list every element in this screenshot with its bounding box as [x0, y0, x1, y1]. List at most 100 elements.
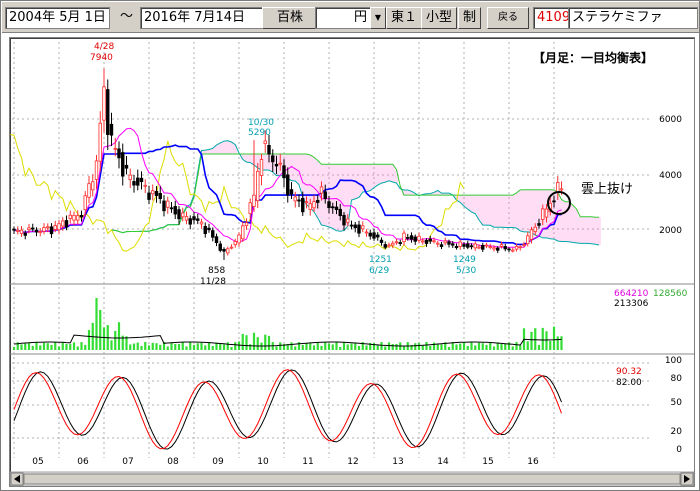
candle-body [214, 236, 219, 244]
candle-body [76, 215, 80, 221]
candle-body [289, 189, 294, 195]
volume-bar [339, 346, 342, 350]
back-button[interactable]: 戻る [487, 7, 529, 29]
volume-bar [324, 342, 327, 350]
candle-body [222, 249, 226, 252]
volume-bar [500, 343, 503, 350]
candle-body [136, 177, 140, 186]
volume-bar [316, 342, 319, 350]
candle-body [394, 241, 399, 244]
osc-d-value: 82.00 [616, 378, 642, 388]
volume-bar [132, 343, 136, 350]
candle-body [256, 170, 260, 202]
candle-body [106, 89, 110, 135]
scroll-thumb[interactable] [23, 473, 681, 485]
volume-bar [440, 344, 443, 350]
volume-bar [35, 342, 38, 350]
volume-bar [560, 336, 563, 350]
peak-label-value: 7940 [90, 53, 113, 63]
peak-label-date: 4/28 [94, 42, 114, 52]
candle-body [559, 188, 564, 191]
candle-body [162, 200, 166, 212]
volume-bar [387, 342, 391, 350]
candle-body [199, 221, 204, 225]
candle-body [169, 207, 174, 210]
volume-bar [402, 346, 406, 350]
chevron-down-icon[interactable]: ▼ [370, 7, 386, 29]
candle-body [158, 192, 162, 199]
candle-body [42, 227, 46, 232]
volume-bar [200, 342, 203, 350]
volume-bar [429, 345, 432, 350]
candle-body [473, 243, 477, 249]
end-date-field[interactable]: 2016年 7月14日 [140, 7, 264, 29]
x-axis-label: 16 [527, 457, 539, 467]
volume-bar [515, 342, 518, 350]
candle-body [53, 225, 57, 230]
volume-bar [492, 346, 496, 350]
volume-bar [20, 344, 23, 350]
candle-body [391, 242, 395, 246]
volume-bar [114, 330, 117, 350]
candle-body [68, 214, 72, 219]
candle-body [248, 202, 252, 215]
trough-label-date: 6/29 [369, 266, 389, 276]
volume-bar [414, 343, 417, 350]
candle-body [439, 244, 444, 247]
volume-bar [331, 344, 334, 350]
candle-body [312, 201, 316, 209]
chikou-span-line [10, 134, 465, 252]
volume-bar [241, 333, 244, 350]
volume-bar [166, 346, 169, 350]
volume-bar [477, 342, 481, 350]
candle-body [218, 243, 222, 251]
candle-body [72, 214, 76, 221]
candle-body [304, 201, 309, 204]
candle-body [443, 240, 447, 244]
candle-body [38, 231, 42, 233]
candle-body [454, 245, 459, 249]
start-date-field[interactable]: 2004年 5月 1日 [5, 7, 110, 29]
candle-body [177, 209, 181, 220]
volume-bar [129, 344, 132, 350]
candle-body [61, 220, 65, 227]
candle-body [346, 218, 350, 223]
candle-body [413, 236, 417, 242]
volume-bar [455, 344, 458, 350]
candle-body [353, 224, 357, 229]
candle-body [387, 244, 391, 247]
volume-bar [72, 342, 76, 350]
volume-bar [46, 343, 49, 350]
candle-body [552, 200, 556, 203]
volume-bar [279, 342, 282, 350]
volume-bar [519, 344, 522, 350]
volume-bar [462, 342, 466, 350]
currency-select[interactable]: 円 [315, 7, 371, 29]
volume-bar [481, 343, 484, 350]
trough-label-value: 858 [208, 266, 225, 276]
candle-body [319, 186, 324, 194]
candle-body [364, 231, 369, 234]
candle-body [541, 208, 545, 220]
x-axis-label: 08 [167, 457, 179, 467]
candle-body [533, 226, 537, 232]
x-axis-label: 09 [212, 457, 224, 467]
volume-bar [346, 344, 349, 350]
candle-body [469, 245, 474, 248]
volume-bar [541, 327, 544, 350]
candle-body [466, 243, 470, 248]
trough-label-value: 1251 [369, 255, 392, 265]
candle-body [451, 243, 455, 246]
volume-bar [350, 343, 353, 350]
market-label: 東１ [386, 7, 423, 29]
volume-bar [170, 342, 173, 350]
volume-bar [342, 342, 346, 350]
volume-bar [556, 336, 559, 350]
candle-body [334, 206, 339, 210]
currency-value: 円 [353, 10, 367, 25]
volume-bar [230, 346, 233, 350]
candle-body [121, 152, 125, 177]
candle-body [16, 229, 20, 232]
candle-body [31, 227, 35, 230]
volume-bar [267, 335, 271, 350]
